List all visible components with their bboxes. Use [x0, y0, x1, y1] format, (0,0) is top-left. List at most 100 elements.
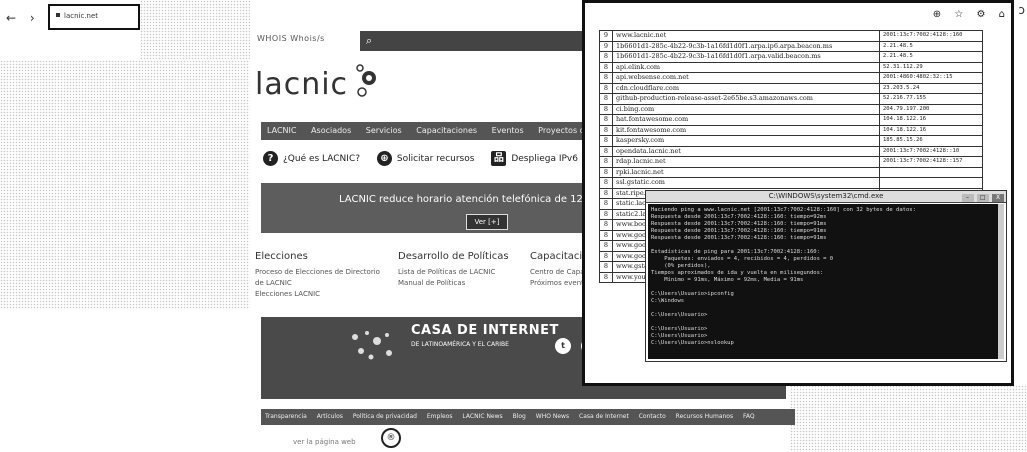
host-row[interactable]: 9 www.lacnic.net 2001:13c7:7002:4128::160	[599, 30, 983, 42]
footer-links: Transparencia Artículos Política de priv…	[261, 409, 795, 425]
cmd-title: C:\WINDOWS\system32\cmd.exe	[768, 192, 884, 200]
banner-button[interactable]: Ver [+]	[466, 214, 508, 230]
footer-link[interactable]: Política de privacidad	[349, 409, 421, 420]
maximize-button[interactable]: □	[976, 194, 989, 202]
column-title[interactable]: Desarrollo de Políticas	[398, 251, 528, 262]
host-count-cell: 8	[599, 51, 613, 63]
bottom-caption: ver la página web	[293, 438, 356, 446]
lacnic-logo[interactable]: lacnic	[255, 67, 348, 102]
quick-link-label: Despliega IPv6	[511, 153, 578, 164]
footer-link[interactable]: Recursos Humanos	[672, 409, 737, 420]
cmd-window: C:\WINDOWS\system32\cmd.exe – □ X Hacien…	[645, 190, 1007, 362]
footer-link[interactable]: Artículos	[313, 409, 347, 420]
column-link[interactable]: Elecciones LACNIC	[255, 290, 385, 298]
forward-icon[interactable]: ›	[30, 11, 35, 25]
zoom-icon[interactable]: ⊕	[933, 9, 941, 20]
host-row[interactable]: 8 1b6601d1-285c-4b22-9c3b-1a16fd1d0f1.arp…	[599, 51, 983, 63]
host-count-cell: 8	[599, 114, 613, 126]
footer-link[interactable]: Transparencia	[261, 409, 311, 420]
host-count-cell: 8	[599, 187, 613, 199]
host-row[interactable]: 8 ssl.gstatic.com	[599, 177, 983, 189]
host-row[interactable]: 8 kit.fontawesome.com 104.18.122.16	[599, 124, 983, 136]
host-count-cell: 8	[599, 229, 613, 241]
host-count-cell: 8	[599, 261, 613, 273]
nav-item[interactable]: Eventos	[486, 122, 530, 135]
cmd-output[interactable]: Haciendo ping a www.lacnic.net [2001:13c…	[648, 204, 1004, 359]
edge-icon: ↄ	[1018, 3, 1025, 17]
nav-item[interactable]: LACNIC	[261, 122, 303, 135]
column-title[interactable]: Elecciones	[255, 251, 385, 262]
footer-link[interactable]: FAQ	[739, 409, 759, 420]
star-icon[interactable]: ☆	[954, 9, 963, 20]
footer-link[interactable]: Contacto	[635, 409, 670, 420]
back-icon[interactable]: ←	[6, 11, 16, 25]
host-count-cell: 8	[599, 93, 613, 105]
host-row[interactable]: 8 opendata.lacnic.net 2001:13c7:7002:4128:…	[599, 145, 983, 157]
host-row[interactable]: 8 cdn.cloudflare.com 23.203.5.24	[599, 82, 983, 94]
nav-item[interactable]: Capacitaciones	[410, 122, 483, 135]
host-count-cell: 8	[599, 72, 613, 84]
home-icon[interactable]: ⌂	[999, 9, 1005, 20]
background-texture	[140, 0, 250, 60]
nav-item[interactable]: Servicios	[360, 122, 408, 135]
network-dots-icon	[352, 331, 392, 360]
question-icon: ?	[263, 151, 278, 166]
gear-icon[interactable]: ⚙	[976, 9, 985, 20]
banner-text: LACNIC reduce horario atención telefónic…	[339, 194, 623, 205]
nav-item[interactable]: Asociados	[305, 122, 357, 135]
host-ip-cell: 204.79.197.200	[879, 103, 983, 115]
globe-icon: ⊕	[376, 151, 392, 166]
cmd-titlebar[interactable]: C:\WINDOWS\system32\cmd.exe – □ X	[646, 191, 1006, 203]
host-ip-cell: 2001:13c7:7002:4128::160	[879, 30, 983, 42]
footer-link[interactable]: Casa de Internet	[575, 409, 633, 420]
host-ip-cell: 185.85.15.26	[879, 135, 983, 147]
column-link[interactable]: Manual de Políticas	[398, 279, 528, 287]
registered-icon: ®	[381, 428, 401, 448]
browser-tab[interactable]: lacnic.net	[48, 4, 140, 30]
host-row[interactable]: 8 ci.bing.com 204.79.197.200	[599, 103, 983, 115]
host-ip-cell: 104.18.122.16	[879, 114, 983, 126]
host-row[interactable]: 8 kaspersky.com 185.85.15.26	[599, 135, 983, 147]
host-count-cell: 9	[599, 40, 613, 52]
close-button[interactable]: X	[992, 194, 1004, 202]
background-texture	[0, 60, 250, 310]
column-link[interactable]: Lista de Políticas de LACNIC	[398, 268, 528, 276]
host-count-cell: 8	[599, 208, 613, 220]
column-policies: Desarrollo de Políticas Lista de Polític…	[398, 251, 528, 290]
host-row[interactable]: 8 api.websense.com.net 2001:4860:4802:32::…	[599, 72, 983, 84]
host-host-cell: hat.fontawesome.com	[612, 114, 880, 126]
host-row[interactable]: 8 api.elink.com 52.31.112.29	[599, 61, 983, 73]
host-ip-cell	[879, 177, 983, 189]
host-row[interactable]: 8 github-production-release-asset-2e65be.…	[599, 93, 983, 105]
column-link[interactable]: de LACNIC	[255, 279, 385, 287]
host-host-cell: ssl.gstatic.com	[612, 177, 880, 189]
favicon-icon	[56, 13, 60, 17]
host-host-cell: kaspersky.com	[612, 135, 880, 147]
search-icon[interactable]: ⌕	[366, 34, 380, 48]
quick-link-ipv6[interactable]: 品 Despliega IPv6	[491, 151, 578, 166]
footer-link[interactable]: Empleos	[423, 409, 457, 420]
quick-link-about[interactable]: ? ¿Qué es LACNIC?	[263, 151, 360, 166]
overlay-toolbar: ⊕ ☆ ⚙ ⌂	[923, 9, 1005, 20]
footer-link[interactable]: Blog	[509, 409, 530, 420]
top-line[interactable]: WHOIS Whois/s	[257, 34, 325, 43]
host-host-cell: github-production-release-asset-2e65be.s…	[612, 93, 880, 105]
host-row[interactable]: 8 hat.fontawesome.com 104.18.122.16	[599, 114, 983, 126]
host-row[interactable]: 8 rpki.lacnic.net	[599, 166, 983, 178]
footer-link[interactable]: LACNIC News	[458, 409, 506, 420]
host-row[interactable]: 8 rdap.lacnic.net 2001:13c7:7002:4128::157	[599, 156, 983, 168]
cmd-scrollbar[interactable]	[998, 204, 1004, 359]
host-ip-cell: 52.216.77.155	[879, 93, 983, 105]
host-count-cell: 8	[599, 124, 613, 136]
host-count-cell: 8	[599, 156, 613, 168]
host-count-cell: 8	[599, 145, 613, 157]
quick-link-resources[interactable]: ⊕ Solicitar recursos	[376, 151, 474, 166]
host-row[interactable]: 9 1b6601d1-285c-4b22-9c3b-1a16fd1d0f1.arp…	[599, 40, 983, 52]
host-count-cell: 8	[599, 61, 613, 73]
host-host-cell: ci.bing.com	[612, 103, 880, 115]
host-host-cell: api.elink.com	[612, 61, 880, 73]
twitter-icon[interactable]: t	[555, 338, 571, 354]
footer-link[interactable]: WHO News	[532, 409, 573, 420]
minimize-button[interactable]: –	[961, 194, 974, 202]
column-link[interactable]: Proceso de Elecciones de Directorio	[255, 268, 385, 276]
